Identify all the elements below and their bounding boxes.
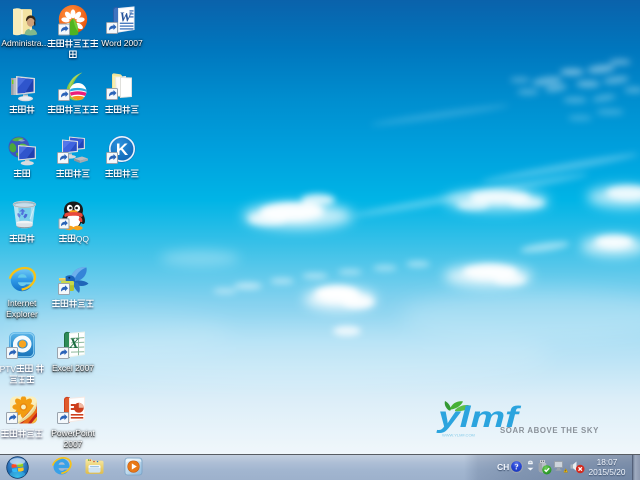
svg-text:QQ: QQ <box>76 234 90 244</box>
svg-text:PPTV: PPTV <box>0 364 16 374</box>
svg-text:WWW.YLMF.COM: WWW.YLMF.COM <box>442 433 475 438</box>
svg-text:X: X <box>68 336 80 352</box>
svg-text:?: ? <box>514 462 518 472</box>
svg-text:SOAR ABOVE THE SKY: SOAR ABOVE THE SKY <box>500 426 599 435</box>
